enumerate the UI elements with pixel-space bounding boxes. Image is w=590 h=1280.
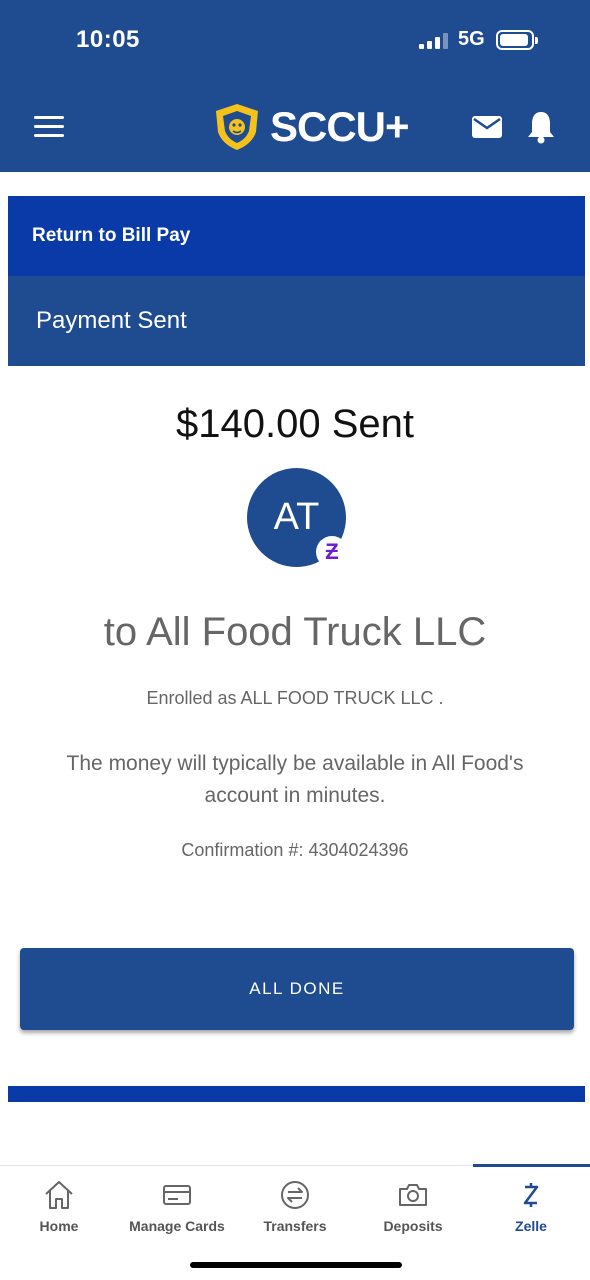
- logo-text: SCCU+: [270, 103, 410, 150]
- home-indicator[interactable]: [190, 1262, 402, 1268]
- camera-icon: [399, 1184, 427, 1206]
- section-title: Payment Sent: [8, 276, 585, 366]
- shield-logo-icon: [216, 104, 258, 150]
- status-time: 10:05: [76, 26, 140, 53]
- tab-zelle-label: Zelle: [515, 1218, 547, 1234]
- app-logo: SCCU+: [212, 102, 410, 152]
- confirmation-number: Confirmation #: 4304024396: [181, 840, 409, 860]
- footer-strip: [8, 1086, 585, 1102]
- all-done-button[interactable]: ALL DONE: [20, 948, 574, 1030]
- tab-deposits[interactable]: Deposits: [354, 1166, 472, 1246]
- menu-icon[interactable]: [34, 114, 66, 140]
- tab-home[interactable]: Home: [0, 1166, 118, 1246]
- zelle-icon: [523, 1183, 539, 1207]
- signal-icon: [419, 33, 449, 49]
- tab-deposits-label: Deposits: [383, 1218, 443, 1234]
- transfer-icon: [281, 1181, 309, 1209]
- app-header: 10:05 5G SCCU+: [0, 0, 590, 172]
- availability-text: The money will typically be available in…: [66, 752, 524, 807]
- enrolled-text: Enrolled as ALL FOOD TRUCK LLC .: [146, 688, 444, 708]
- payment-sent-screen: 10:05 5G SCCU+ Return to Bill Pay Paymen…: [0, 0, 590, 1280]
- tab-manage-cards-label: Manage Cards: [129, 1218, 225, 1234]
- tab-transfers[interactable]: Transfers: [236, 1166, 354, 1246]
- bell-icon[interactable]: [526, 110, 556, 144]
- tab-transfers-label: Transfers: [263, 1218, 327, 1234]
- tab-manage-cards[interactable]: Manage Cards: [118, 1166, 236, 1246]
- home-icon: [45, 1181, 73, 1209]
- mail-icon[interactable]: [472, 116, 502, 138]
- card-icon: [163, 1185, 191, 1205]
- tab-zelle[interactable]: Zelle: [472, 1166, 590, 1246]
- amount-sent: $140.00 Sent: [176, 402, 414, 446]
- zelle-badge-icon: Ƶ: [316, 536, 348, 568]
- network-label: 5G: [458, 28, 485, 50]
- tab-home-label: Home: [39, 1218, 79, 1234]
- return-to-bill-pay-link[interactable]: Return to Bill Pay: [8, 196, 585, 276]
- recipient-name: to All Food Truck LLC: [103, 610, 487, 654]
- battery-icon: [496, 30, 538, 50]
